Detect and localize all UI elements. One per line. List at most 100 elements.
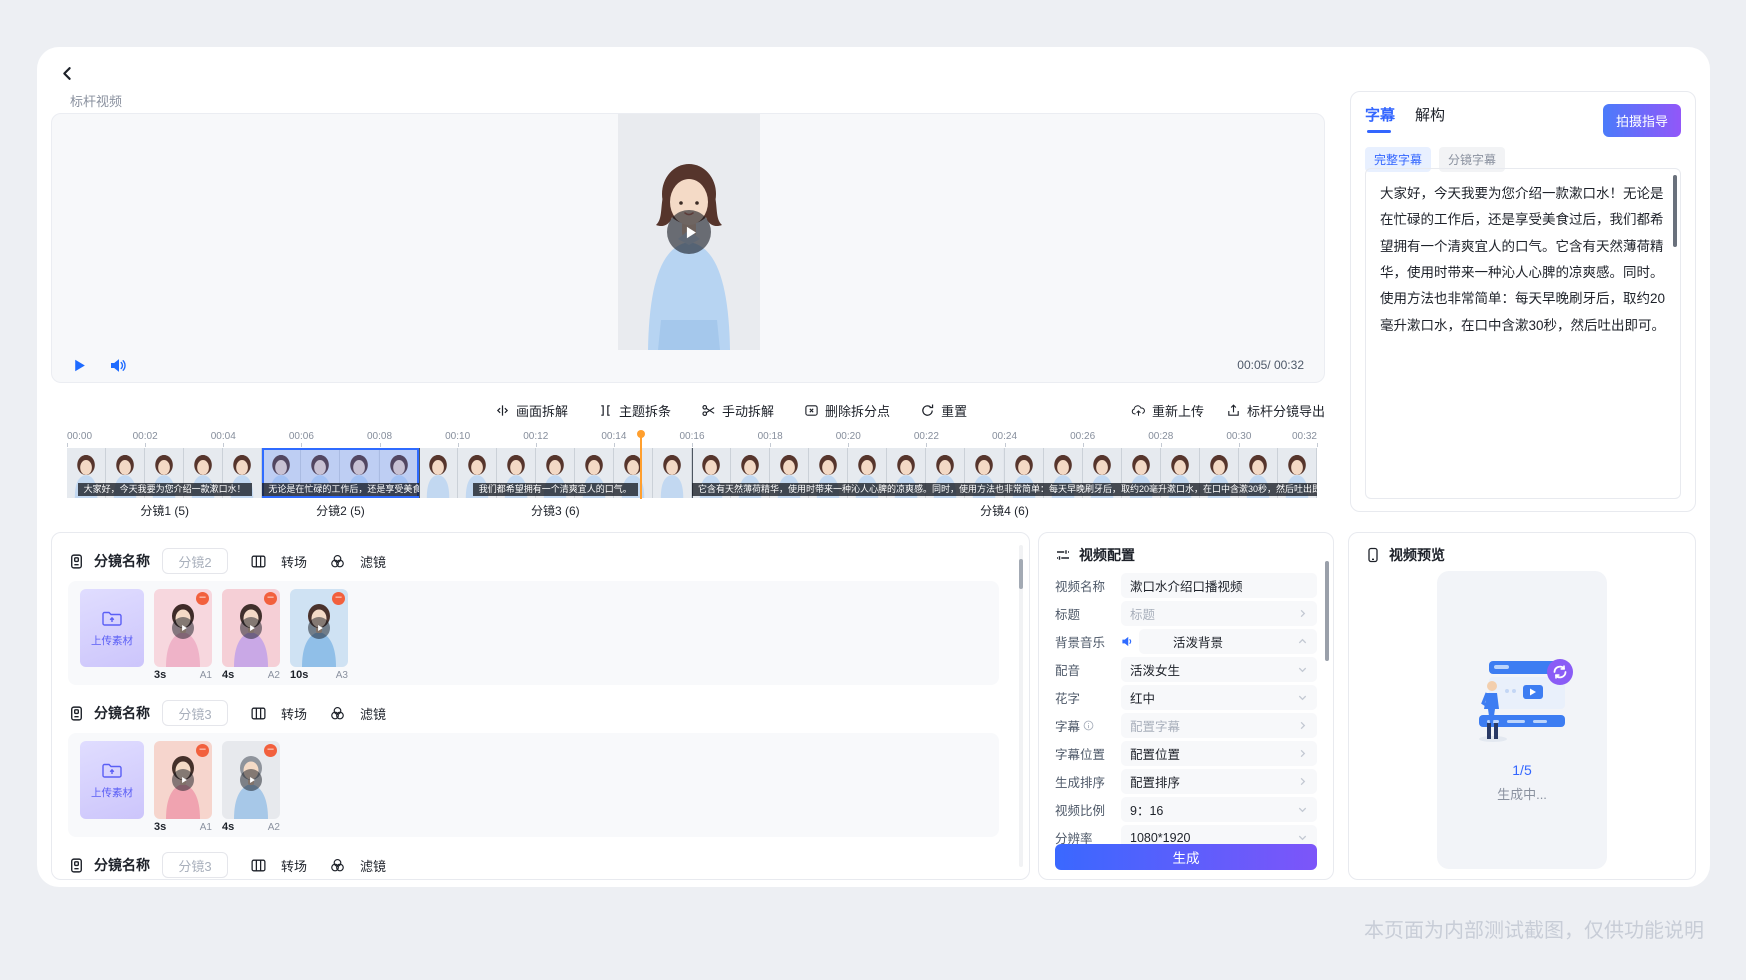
clip-play-icon[interactable] [240,617,262,639]
filter-button[interactable]: 滤镜 [329,704,386,723]
generating-illustration [1463,655,1581,750]
filter-button[interactable]: 滤镜 [329,856,386,875]
config-control-subtitle-position[interactable]: 配置位置 [1121,741,1317,766]
remove-clip-icon[interactable]: – [332,592,345,605]
ruler-tick [614,443,615,447]
generate-button[interactable]: 生成 [1055,844,1317,870]
segment-subtitle-wrap: 大家好，今天我要为您介绍一款漱口水！ [67,483,262,496]
config-input-video-name[interactable] [1130,579,1308,593]
config-label-text: 标题 [1055,604,1080,623]
config-row-subtitle-position: 字幕位置配置位置 [1055,741,1317,766]
clip-thumbnail[interactable]: – [222,589,280,667]
storyboard-scrollbar-thumb[interactable] [1019,559,1023,589]
config-label-text: 配音 [1055,660,1080,679]
clip-thumbnail[interactable]: – [154,589,212,667]
clip-thumbnail[interactable]: – [290,589,348,667]
transition-button-label: 转场 [281,704,307,723]
remove-clip-icon[interactable]: – [196,592,209,605]
clip-play-icon[interactable] [240,769,262,791]
toolbar-item-frame-split[interactable]: 画面拆解 [495,401,568,420]
clip-play-icon[interactable] [172,617,194,639]
config-value-subtitle-position: 配置位置 [1130,744,1180,763]
config-control-generate-order[interactable]: 配置排序 [1121,769,1317,794]
config-control-fancy-text[interactable]: 红中 [1121,685,1317,710]
clip-duration: 10s [290,669,308,681]
toolbar-item-reset[interactable]: 重置 [920,401,967,420]
clip-play-icon[interactable] [172,769,194,791]
timeline-strip[interactable]: 大家好，今天我要为您介绍一款漱口水！无论是在忙碌的工作后，还是享受美食过后，我们… [67,448,1317,498]
playhead[interactable] [640,433,642,499]
subtitle-panel: 字幕 解构 拍摄指导 完整字幕 分镜字幕 大家好，今天我要为您介绍一款漱口水！无… [1350,91,1696,512]
config-control-aspect-ratio[interactable]: 9：16 [1121,797,1317,822]
shooting-guide-button[interactable]: 拍摄指导 [1603,104,1681,137]
ruler-tick [145,443,146,447]
shot-name-input[interactable] [162,548,228,574]
transition-icon [250,705,267,722]
toolbar-item-manual-split[interactable]: 手动拆解 [701,401,774,420]
remove-clip-icon[interactable]: – [264,592,277,605]
config-label-generate-order: 生成排序 [1055,772,1121,791]
ruler-tick [536,443,537,447]
remove-clip-icon[interactable]: – [196,744,209,757]
ruler-tick-label: 00:02 [133,431,158,442]
filter-icon [329,553,346,570]
ruler-tick [1005,443,1006,447]
config-control-bgm[interactable]: 活泼背景 [1139,629,1317,654]
clip-tag: A2 [268,822,280,833]
transition-button[interactable]: 转场 [250,552,307,571]
subtitle-scrollbar[interactable] [1673,175,1677,247]
volume-icon[interactable] [109,357,128,374]
play-button[interactable] [72,358,87,373]
toolbar-item-label: 重置 [941,401,967,420]
config-scrollbar-thumb[interactable] [1325,561,1329,661]
toolbar-item-export-storyboard[interactable]: 标杆分镜导出 [1226,401,1325,420]
storyboard-section-header: 分镜名称转场滤镜 [68,851,999,879]
config-row-video-name: 视频名称 [1055,573,1317,598]
ruler-tick [1239,443,1240,447]
tab-subtitles[interactable]: 字幕 [1365,104,1395,133]
preview-header: 视频预览 [1365,545,1679,565]
config-header: 视频配置 [1055,545,1317,565]
shot-name-input[interactable] [162,700,228,726]
speaker-icon[interactable] [1121,635,1134,648]
clip-thumbnail[interactable]: – [222,741,280,819]
config-title: 视频配置 [1079,545,1135,565]
config-label-text: 视频比例 [1055,800,1105,819]
toolbar-item-reupload[interactable]: 重新上传 [1131,401,1204,420]
video-play-button[interactable] [667,210,711,254]
remove-clip-icon[interactable]: – [264,744,277,757]
info-icon [1083,720,1094,731]
chevron-right-icon [1297,608,1308,619]
export-storyboard-icon [1226,403,1241,418]
clip-play-icon[interactable] [308,617,330,639]
config-control-subtitle[interactable]: 配置字幕 [1121,713,1317,738]
filter-button[interactable]: 滤镜 [329,552,386,571]
upload-material-card[interactable]: 上传素材 [80,589,144,667]
config-control-video-name[interactable] [1121,573,1317,598]
ruler-tick-label: 00:32 [1292,431,1317,442]
delete-split-point-icon [804,403,819,418]
transition-icon [250,857,267,874]
config-value-subtitle: 配置字幕 [1130,716,1180,735]
toolbar-item-delete-split-point[interactable]: 删除拆分点 [804,401,890,420]
filter-icon [329,705,346,722]
transition-button[interactable]: 转场 [250,704,307,723]
clip-duration: 4s [222,821,234,833]
segment-subtitle-wrap: 我们都希望拥有一个清爽宜人的口气。 [419,483,692,496]
config-control-voice[interactable]: 活泼女生 [1121,657,1317,682]
video-preview-panel: 视频预览 [1348,532,1696,880]
tab-deconstruct[interactable]: 解构 [1415,104,1445,133]
config-value-title: 标题 [1130,604,1155,623]
clip-thumbnail[interactable]: – [154,741,212,819]
upload-material-card[interactable]: 上传素材 [80,741,144,819]
clip-duration: 3s [154,669,166,681]
ruler-tick-label: 00:08 [367,431,392,442]
config-label-text: 生成排序 [1055,772,1105,791]
segment-name-label: 分镜2 (5) [316,502,365,519]
chevron-down-icon [1297,832,1308,843]
back-button[interactable] [53,59,81,87]
transition-button[interactable]: 转场 [250,856,307,875]
config-control-title[interactable]: 标题 [1121,601,1317,626]
toolbar-item-topic-split[interactable]: 主题拆条 [598,401,671,420]
shot-name-input[interactable] [162,852,228,878]
